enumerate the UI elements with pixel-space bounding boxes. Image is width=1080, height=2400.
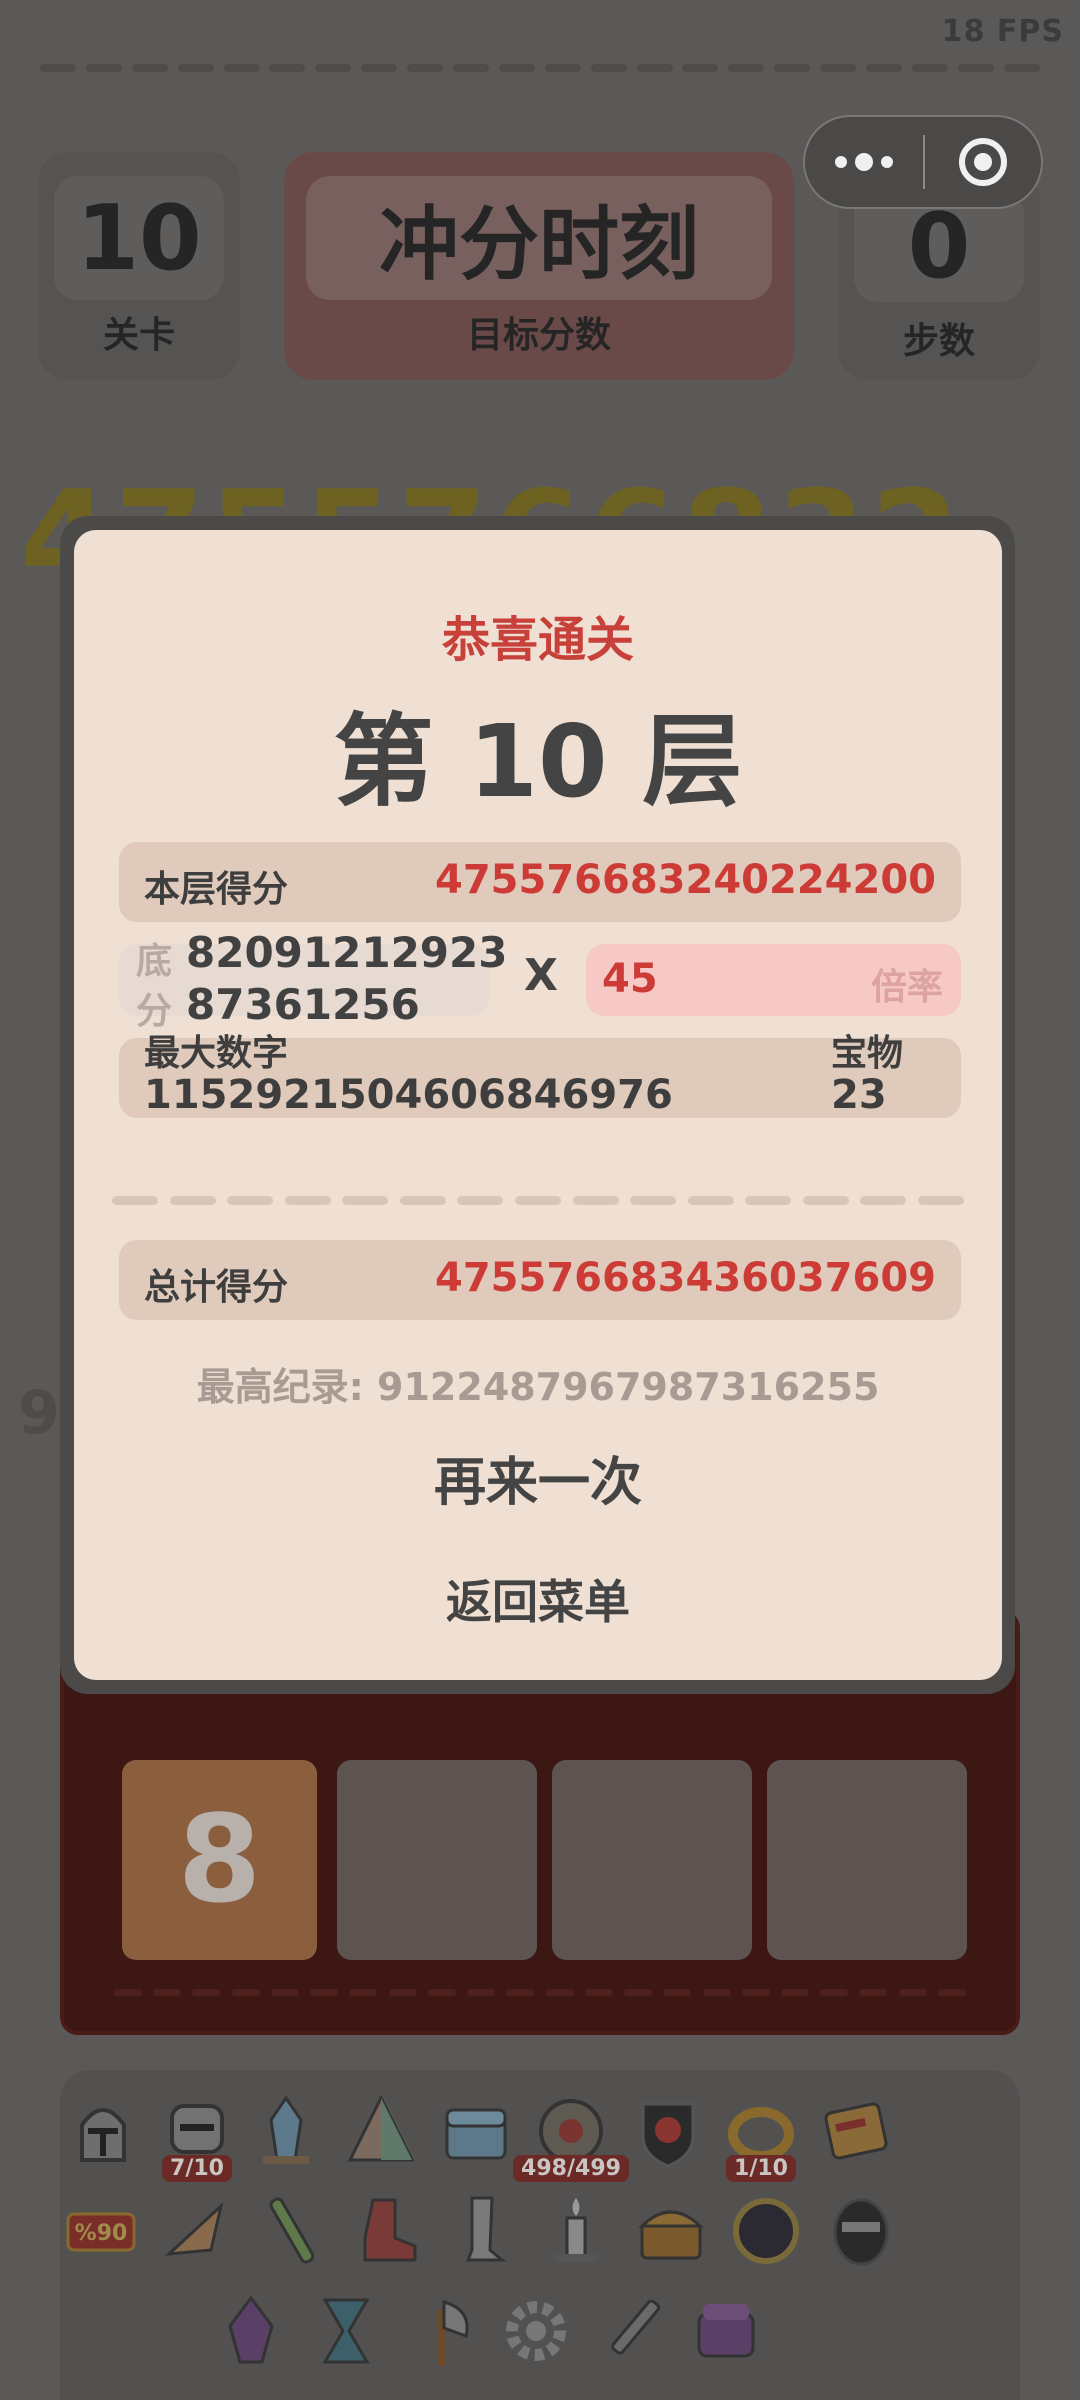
retry-button[interactable]: 再来一次 xyxy=(388,1434,688,1520)
steps-label: 步数 xyxy=(902,321,975,362)
chest-icon[interactable] xyxy=(435,2090,517,2172)
base-score-line-2: 87361256 xyxy=(186,980,420,1029)
more-dot-icon xyxy=(855,153,873,171)
board-divider xyxy=(114,1989,966,1996)
base-label-char: 底 xyxy=(136,941,173,982)
target-value: 冲分时刻 xyxy=(306,176,772,300)
floor-score-row: 本层得分 475576683240224200 xyxy=(119,842,961,922)
close-mini-program-button[interactable] xyxy=(925,138,1041,186)
level-clear-dialog: 恭喜通关 第 10 层 本层得分 475576683240224200 底 分 … xyxy=(74,530,1002,1680)
purple-gem-icon[interactable] xyxy=(210,2290,292,2372)
drill-shell-icon[interactable] xyxy=(155,2190,237,2272)
top-divider xyxy=(40,64,1040,72)
max-number-label: 最大数字 xyxy=(144,1033,289,1074)
max-number-row: 最大数字 1152921504606846976 宝物 23 xyxy=(119,1033,961,1118)
target-panel: 冲分时刻 目标分数 xyxy=(284,152,794,380)
dialog-divider xyxy=(112,1196,964,1205)
total-score-label: 总计得分 xyxy=(144,1267,289,1308)
back-to-menu-button[interactable]: 返回菜单 xyxy=(388,1556,688,1642)
gold-ring-icon[interactable]: 1/10 xyxy=(720,2090,802,2182)
base-score-line-1: 82091212923 xyxy=(186,928,508,977)
discount-tag-icon[interactable]: %90 xyxy=(60,2190,142,2272)
mini-program-capsule xyxy=(803,115,1043,209)
items-tray: 7/10 498/499 1/10 %90 xyxy=(60,2070,1020,2400)
flute-icon[interactable] xyxy=(250,2190,332,2272)
total-score-value: 475576683436037609 xyxy=(435,1255,936,1301)
skull-shield-icon[interactable] xyxy=(627,2090,709,2172)
level-label: 关卡 xyxy=(102,315,175,356)
best-record: 最高纪录: 9122487967987316255 xyxy=(196,1365,880,1409)
floor-number: 第 10 层 xyxy=(333,703,743,820)
crystal-icon[interactable] xyxy=(245,2090,327,2172)
empty-tile xyxy=(767,1760,967,1960)
target-circle-icon xyxy=(959,138,1007,186)
ninja-mask-icon[interactable] xyxy=(820,2190,902,2272)
floor-score-value: 475576683240224200 xyxy=(435,857,936,903)
knight-helmet-icon[interactable] xyxy=(62,2090,144,2172)
background-side-digit: 9 xyxy=(18,1378,60,1448)
level-panel: 10 关卡 xyxy=(38,152,240,380)
item-count-badge: 1/10 xyxy=(726,2155,796,2182)
candle-icon[interactable] xyxy=(535,2190,617,2272)
multiply-sign: X xyxy=(524,950,558,1001)
floor-score-label: 本层得分 xyxy=(144,869,289,910)
target-label: 目标分数 xyxy=(466,315,611,356)
level-value: 10 xyxy=(54,176,224,300)
treasure-chest-icon[interactable] xyxy=(630,2190,712,2272)
more-dot-icon xyxy=(835,156,847,168)
dark-orb-icon[interactable] xyxy=(725,2190,807,2272)
empty-tile xyxy=(552,1760,752,1960)
treasure-value: 23 xyxy=(831,1072,887,1118)
magic-box-icon[interactable] xyxy=(685,2290,767,2372)
dialog-title: 恭喜通关 xyxy=(441,612,634,668)
rune-stone-icon[interactable]: 498/499 xyxy=(513,2090,629,2182)
fps-counter: 18 FPS xyxy=(941,14,1064,49)
prism-icon[interactable] xyxy=(340,2090,422,2172)
pen-icon[interactable] xyxy=(590,2290,672,2372)
svg-text:%90: %90 xyxy=(75,2221,128,2246)
total-score-row: 总计得分 475576683436037609 xyxy=(119,1240,961,1320)
hourglass-icon[interactable] xyxy=(305,2290,387,2372)
item-count-badge: 498/499 xyxy=(513,2155,629,2182)
max-number-value: 1152921504606846976 xyxy=(144,1072,673,1118)
greave-icon[interactable] xyxy=(440,2190,522,2272)
empty-tile xyxy=(337,1760,537,1960)
gear-icon[interactable] xyxy=(495,2290,577,2372)
iron-helmet-icon[interactable]: 7/10 xyxy=(156,2090,238,2182)
number-tile: 8 xyxy=(122,1760,317,1960)
multiplier-value: 45 xyxy=(602,956,658,1002)
boot-icon[interactable] xyxy=(345,2190,427,2272)
item-count-badge: 7/10 xyxy=(162,2155,232,2182)
multiplier-box: 45 倍率 xyxy=(586,944,961,1016)
axe-icon[interactable] xyxy=(400,2290,482,2372)
more-dot-icon xyxy=(881,156,893,168)
card-icon[interactable] xyxy=(815,2090,897,2172)
treasure-label: 宝物 xyxy=(831,1033,904,1074)
multiplier-label: 倍率 xyxy=(870,967,943,1008)
more-options-button[interactable] xyxy=(805,153,923,171)
